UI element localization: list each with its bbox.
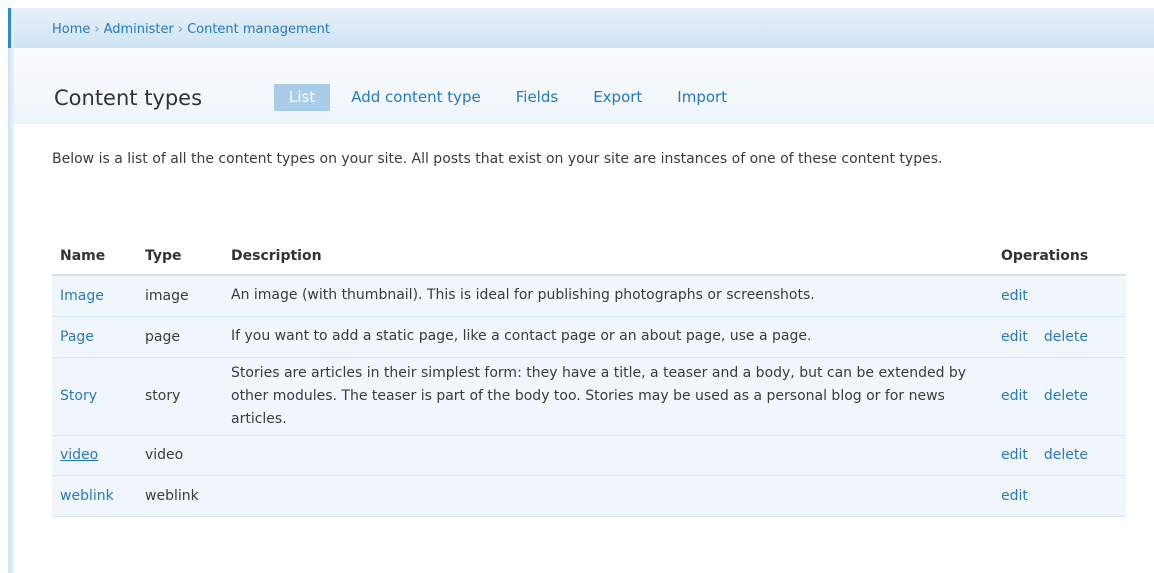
breadcrumb-administer[interactable]: Administer — [104, 22, 174, 37]
breadcrumb-bar: Home › Administer › Content management — [14, 8, 1154, 48]
page-header: Content types List Add content type Fiel… — [14, 48, 1154, 124]
table-row: weblink weblink edit — [52, 475, 1126, 517]
tab-bar: List Add content type Fields Export Impo… — [274, 84, 762, 111]
edit-link[interactable]: edit — [1001, 488, 1028, 504]
edit-link[interactable]: edit — [1001, 288, 1028, 304]
content-type-description: If you want to add a static page, like a… — [223, 316, 993, 358]
content-type-description: An image (with thumbnail). This is ideal… — [223, 275, 993, 317]
page-title: Content types — [54, 86, 203, 110]
breadcrumb-content-management[interactable]: Content management — [187, 22, 330, 37]
content-type-description: Stories are articles in their simplest f… — [223, 357, 993, 436]
column-header-type: Type — [137, 238, 223, 276]
content-type-name-link[interactable]: Image — [60, 288, 104, 304]
table-header-row: Name Type Description Operations — [52, 238, 1126, 276]
content-types-table: Name Type Description Operations Image i… — [52, 238, 1126, 517]
tab-fields[interactable]: Fields — [516, 84, 558, 111]
edit-link[interactable]: edit — [1001, 447, 1028, 463]
column-header-name: Name — [52, 238, 137, 276]
breadcrumb-separator: › — [94, 22, 100, 37]
delete-link[interactable]: delete — [1044, 329, 1088, 345]
delete-link[interactable]: delete — [1044, 388, 1088, 404]
content-type-name-link[interactable]: Page — [60, 329, 94, 345]
intro-text: Below is a list of all the content types… — [52, 151, 943, 167]
content-type-machine-name: story — [137, 357, 223, 436]
table-row: Page page If you want to add a static pa… — [52, 316, 1126, 358]
content-type-machine-name: weblink — [137, 475, 223, 517]
table-row: Image image An image (with thumbnail). T… — [52, 275, 1126, 317]
content-type-machine-name: image — [137, 275, 223, 317]
column-header-operations: Operations — [993, 238, 1126, 276]
content-type-description — [223, 435, 993, 476]
content-type-machine-name: page — [137, 316, 223, 358]
table-row: Story story Stories are articles in thei… — [52, 357, 1126, 436]
tab-add-content-type[interactable]: Add content type — [351, 84, 481, 111]
content-type-name-link[interactable]: Story — [60, 388, 97, 404]
content-type-machine-name: video — [137, 435, 223, 476]
tab-import[interactable]: Import — [677, 84, 727, 111]
delete-link[interactable]: delete — [1044, 447, 1088, 463]
left-accent-bar — [0, 8, 14, 573]
tab-export[interactable]: Export — [593, 84, 642, 111]
tab-list[interactable]: List — [274, 84, 331, 111]
operations-cell: edit delete — [993, 435, 1126, 476]
breadcrumb-separator: › — [177, 22, 184, 37]
edit-link[interactable]: edit — [1001, 388, 1028, 404]
content-type-name-link[interactable]: weblink — [60, 488, 114, 504]
table-row: video video edit delete — [52, 435, 1126, 476]
edit-link[interactable]: edit — [1001, 329, 1028, 345]
content-type-name-link[interactable]: video — [60, 447, 98, 463]
operations-cell: edit delete — [993, 316, 1126, 358]
content-type-description — [223, 475, 993, 517]
breadcrumb: Home › Administer › Content management — [52, 22, 330, 37]
operations-cell: edit — [993, 275, 1126, 317]
operations-cell: edit — [993, 475, 1126, 517]
breadcrumb-home[interactable]: Home — [52, 22, 90, 37]
operations-cell: edit delete — [993, 357, 1126, 436]
column-header-description: Description — [223, 238, 993, 276]
top-strip — [0, 0, 1154, 8]
